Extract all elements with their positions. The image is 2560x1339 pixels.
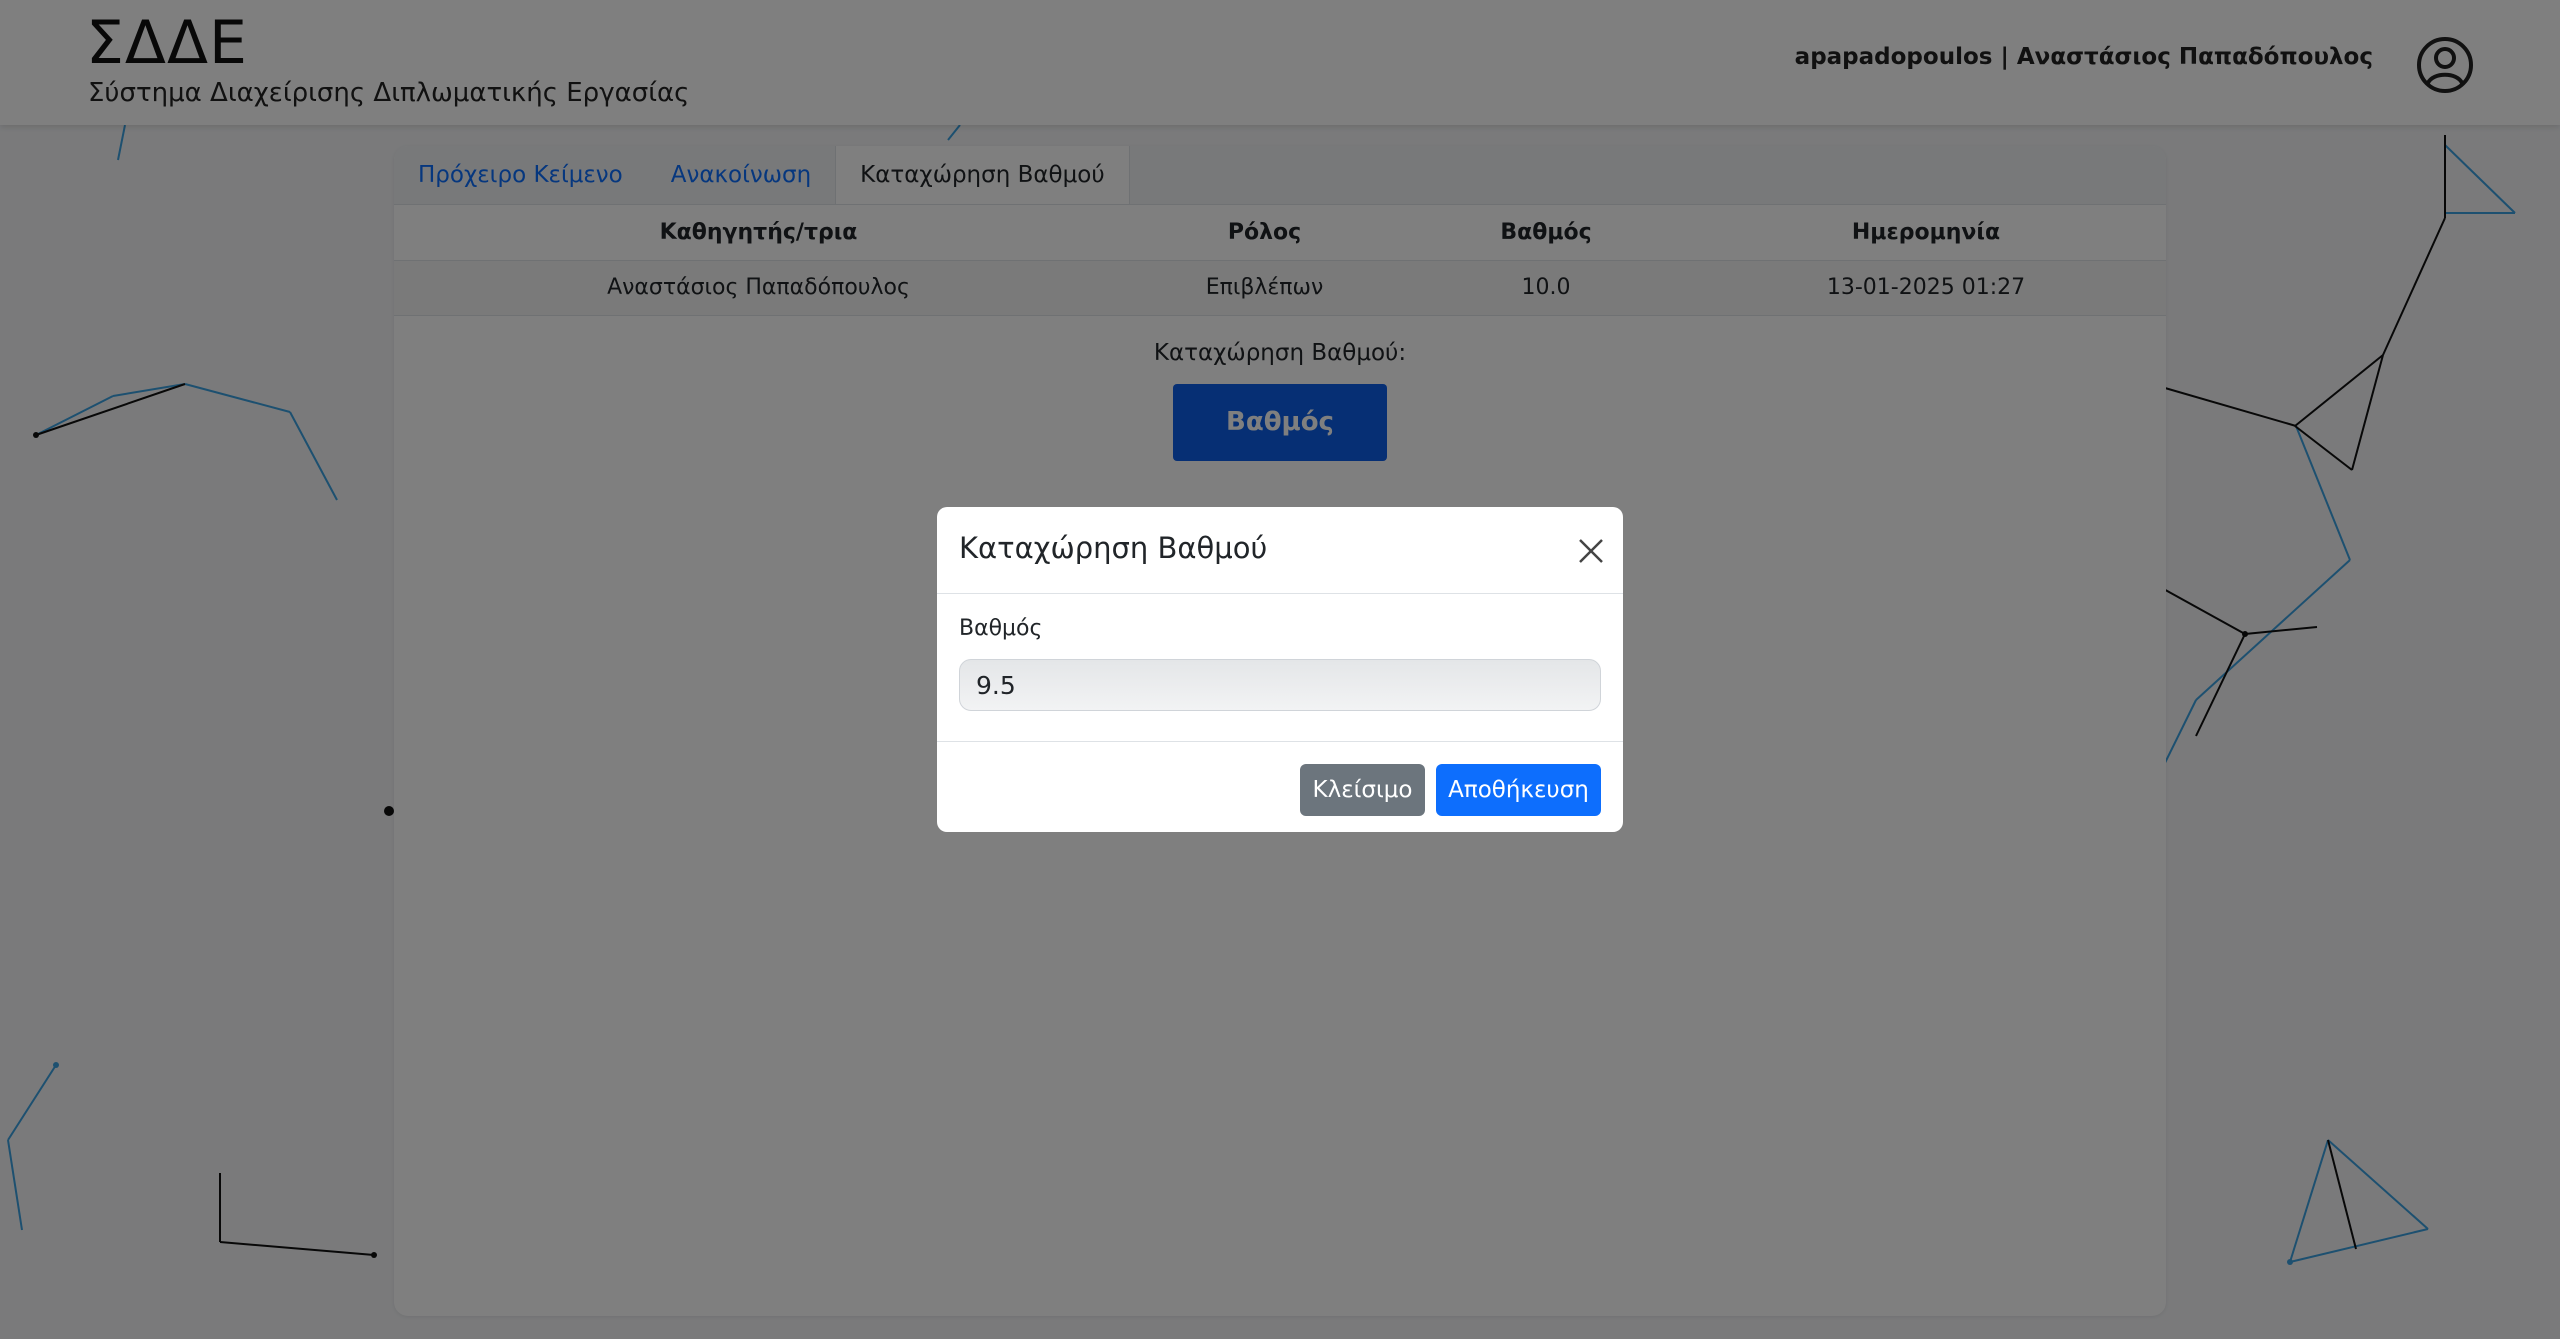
- grade-input[interactable]: [959, 659, 1601, 711]
- modal-body: Βαθμός: [937, 594, 1623, 742]
- save-button[interactable]: Αποθήκευση: [1436, 764, 1601, 816]
- close-icon[interactable]: [1575, 535, 1607, 567]
- close-button[interactable]: Κλείσιμο: [1300, 764, 1425, 816]
- grade-entry-modal: Καταχώρηση Βαθμού Βαθμός Κλείσιμο Αποθήκ…: [937, 507, 1623, 832]
- grade-field-label: Βαθμός: [959, 616, 1043, 641]
- modal-title: Καταχώρηση Βαθμού: [959, 531, 1268, 565]
- modal-footer: Κλείσιμο Αποθήκευση: [937, 742, 1623, 830]
- modal-header: Καταχώρηση Βαθμού: [937, 507, 1623, 594]
